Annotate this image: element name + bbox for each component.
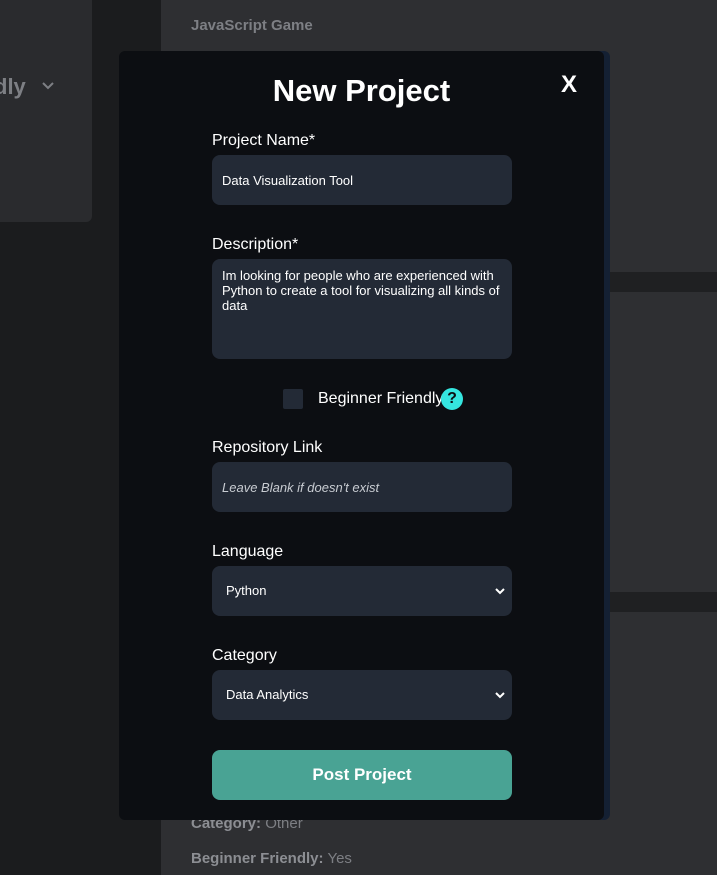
category-selected-value: Data Analytics [226, 687, 309, 702]
repository-link-label: Repository Link [212, 439, 323, 456]
background-beginner-label: Beginner Friendly: [191, 850, 324, 867]
new-project-modal: New Project X Project Name* Description*… [119, 51, 604, 820]
chevron-down-icon [42, 82, 54, 90]
language-select[interactable]: Python [212, 566, 512, 616]
background-filter-label: dly [0, 74, 26, 99]
chevron-down-icon [495, 692, 505, 699]
project-name-label: Project Name* [212, 132, 316, 149]
post-project-button[interactable]: Post Project [212, 750, 512, 800]
close-button[interactable]: X [558, 71, 580, 99]
language-selected-value: Python [226, 583, 267, 598]
background-card-title: JavaScript Game [191, 17, 313, 34]
background-divider [604, 592, 717, 612]
background-divider [604, 272, 717, 292]
category-label: Category [212, 647, 277, 664]
category-select[interactable]: Data Analytics [212, 670, 512, 720]
chevron-down-icon [495, 588, 505, 595]
modal-title: New Project [272, 73, 451, 108]
description-label: Description* [212, 236, 299, 253]
beginner-friendly-label: Beginner Friendly [318, 390, 444, 407]
repository-link-input[interactable] [212, 462, 512, 512]
help-icon[interactable]: ? [441, 388, 463, 410]
background-filter-panel: dly [0, 0, 92, 222]
language-label: Language [212, 543, 284, 560]
project-name-input[interactable] [212, 155, 512, 205]
background-beginner-value: Yes [327, 850, 352, 867]
background-beginner-meta: Beginner Friendly: Yes [191, 850, 352, 867]
description-textarea[interactable]: Im looking for people who are experience… [212, 259, 512, 359]
beginner-friendly-checkbox[interactable] [283, 389, 303, 409]
